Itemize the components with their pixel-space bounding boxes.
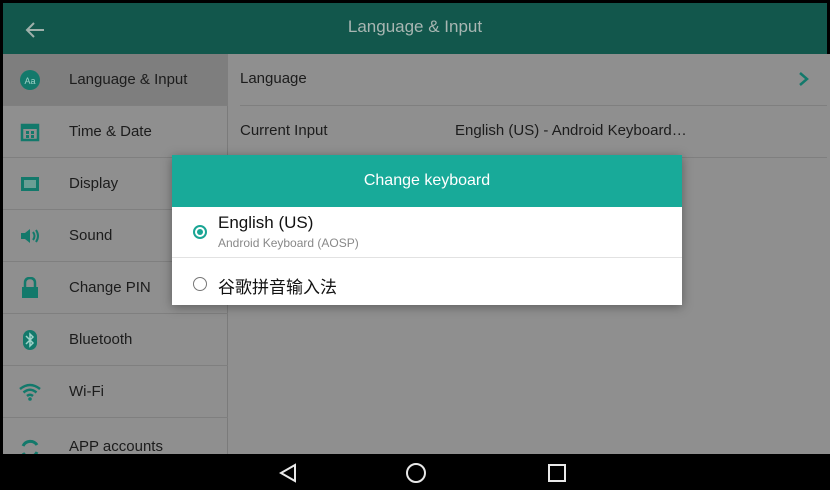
top-app-bar: Language & Input [0, 0, 830, 54]
system-nav-bar [0, 454, 830, 490]
sidebar-item-bluetooth[interactable]: Bluetooth [3, 314, 228, 366]
sidebar-item-label: Time & Date [69, 123, 152, 140]
sidebar-item-label: Change PIN [69, 279, 151, 296]
row-value: English (US) - Android Keyboard… [455, 122, 687, 139]
nav-recents-button[interactable] [537, 458, 577, 488]
sidebar-item-label: Display [69, 175, 119, 192]
lock-icon [17, 275, 43, 301]
change-keyboard-dialog: Change keyboard English (US) Android Key… [172, 155, 682, 305]
keyboard-option-google-pinyin[interactable]: 谷歌拼音输入法 [172, 258, 682, 305]
speaker-icon [17, 223, 43, 249]
nav-home-button[interactable] [396, 458, 436, 488]
back-triangle-icon [278, 463, 296, 483]
radio-unselected-icon[interactable] [193, 277, 207, 291]
chevron-right-icon [799, 72, 809, 86]
row-label: Current Input [240, 122, 328, 139]
dialog-header: Change keyboard [172, 155, 682, 207]
bluetooth-icon [17, 327, 43, 353]
sidebar-item-label: Sound [69, 227, 113, 244]
sidebar-item-wifi[interactable]: Wi-Fi [3, 366, 228, 418]
sidebar-item-label: Bluetooth [69, 331, 133, 348]
display-icon [17, 171, 43, 197]
home-circle-icon [406, 463, 426, 483]
option-title: 谷歌拼音输入法 [218, 278, 337, 297]
language-row[interactable]: Language [240, 54, 827, 106]
nav-back-button[interactable] [268, 458, 308, 488]
sidebar-item-label: Language & Input [69, 71, 188, 88]
current-input-row[interactable]: Current Input English (US) - Android Key… [240, 106, 827, 158]
row-label: Language [240, 70, 307, 87]
sidebar-item-language-input[interactable]: Aa Language & Input [3, 54, 228, 106]
recents-square-icon [548, 464, 566, 482]
screen: Language & Input Aa Language & Input Tim… [0, 0, 830, 490]
sidebar-item-label: Wi-Fi [69, 383, 104, 400]
language-icon: Aa [17, 67, 43, 93]
calendar-icon [17, 119, 43, 145]
sidebar-item-time-date[interactable]: Time & Date [3, 106, 228, 158]
option-title: English (US) [218, 213, 314, 232]
radio-selected-icon[interactable] [193, 225, 207, 239]
sidebar-item-label: APP accounts [69, 438, 163, 455]
dialog-title: Change keyboard [363, 172, 491, 189]
page-title: Language & Input [347, 17, 483, 36]
option-subtitle: Android Keyboard (AOSP) [218, 236, 359, 250]
wifi-icon [17, 379, 43, 405]
svg-text:Aa: Aa [24, 76, 35, 86]
keyboard-option-english[interactable]: English (US) Android Keyboard (AOSP) [172, 207, 682, 258]
